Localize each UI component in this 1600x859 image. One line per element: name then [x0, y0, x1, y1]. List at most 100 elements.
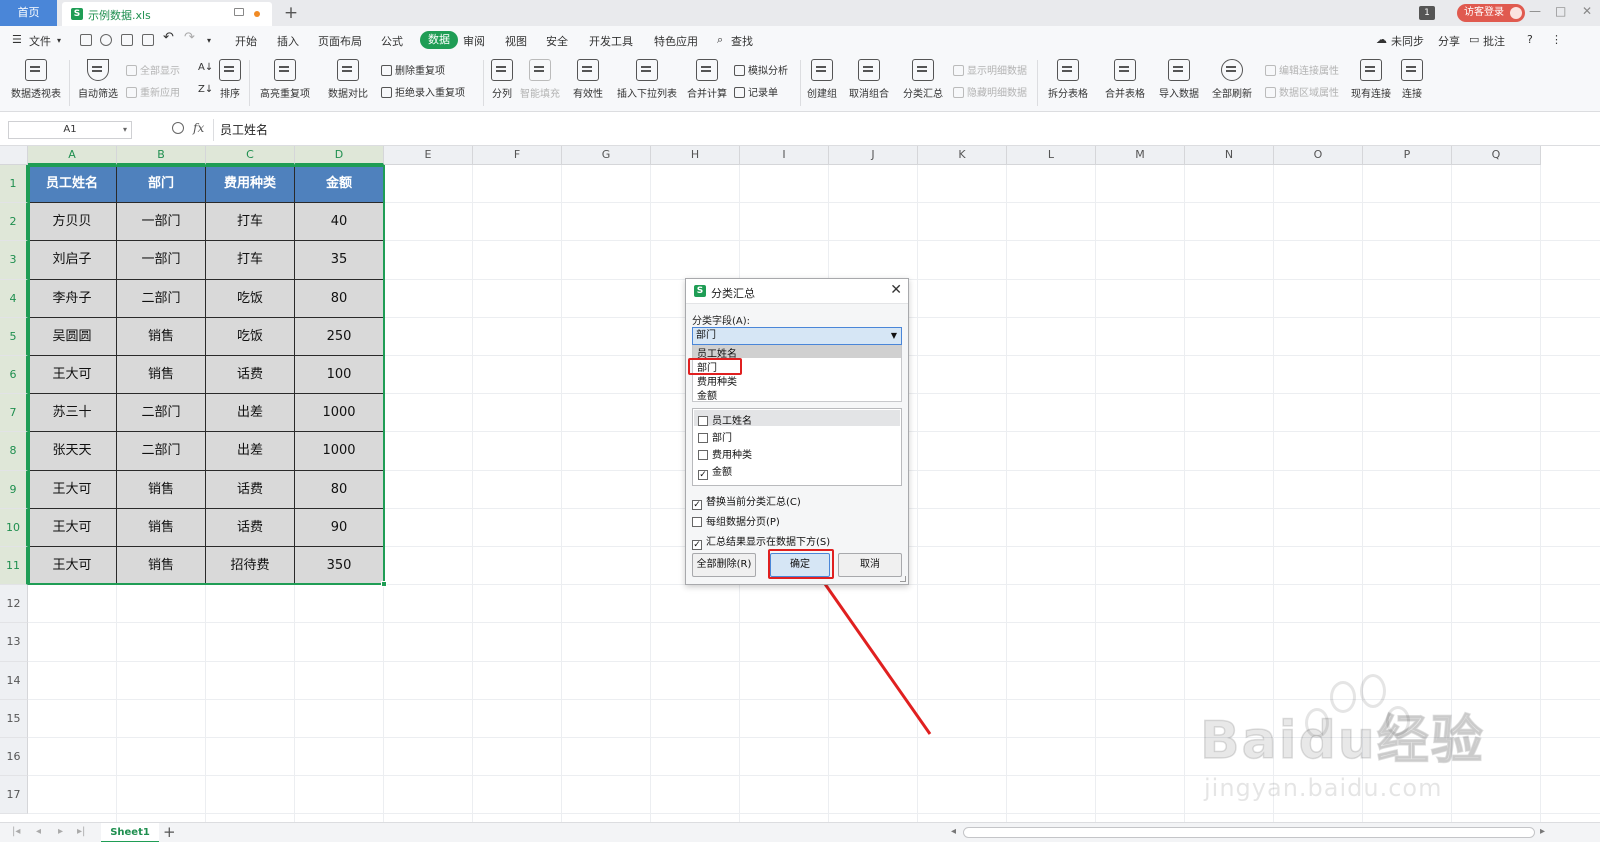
- row-header-16[interactable]: 16: [0, 738, 28, 777]
- table-cell[interactable]: 350: [295, 547, 384, 586]
- undo-icon[interactable]: ↶: [163, 30, 174, 45]
- select-all-corner[interactable]: [0, 146, 28, 165]
- group-field-select[interactable]: 部门 ▼: [692, 327, 902, 345]
- row-header-8[interactable]: 8: [0, 432, 28, 471]
- redo-icon[interactable]: ↷: [184, 30, 195, 45]
- checkbox-icon[interactable]: [698, 416, 708, 426]
- help-button[interactable]: ?: [1527, 33, 1533, 46]
- table-cell[interactable]: 张天天: [28, 432, 117, 471]
- menu-tab-home[interactable]: 开始: [235, 33, 257, 49]
- table-cell[interactable]: 苏三十: [28, 394, 117, 433]
- existing-connections-button[interactable]: 现有连接: [1349, 59, 1393, 100]
- dropdown-option[interactable]: 部门: [697, 359, 717, 374]
- file-tab[interactable]: S 示例数据.xls: [62, 2, 272, 26]
- table-cell[interactable]: 1000: [295, 432, 384, 471]
- scroll-right-icon[interactable]: ▸: [1540, 826, 1545, 837]
- window-pin-icon[interactable]: [234, 8, 244, 16]
- column-header-a[interactable]: A: [28, 146, 117, 165]
- refresh-all-button[interactable]: 全部刷新: [1207, 59, 1257, 100]
- table-header-cell[interactable]: 部门: [117, 165, 206, 204]
- summary-items-list[interactable]: 员工姓名 部门 费用种类 ✓ 金额: [692, 408, 902, 486]
- table-cell[interactable]: 1000: [295, 394, 384, 433]
- row-header-4[interactable]: 4: [0, 279, 28, 318]
- last-sheet-icon[interactable]: ▸|: [77, 826, 85, 837]
- data-compare-button[interactable]: 数据对比: [322, 59, 374, 100]
- table-cell[interactable]: 李舟子: [28, 279, 117, 318]
- column-header-d[interactable]: D: [295, 146, 384, 165]
- menu-search[interactable]: 查找: [731, 33, 753, 49]
- share-button[interactable]: 分享: [1438, 33, 1460, 49]
- column-header-m[interactable]: M: [1096, 146, 1185, 165]
- record-form-button[interactable]: 记录单: [734, 84, 778, 99]
- consolidate-button[interactable]: 合并计算: [686, 59, 728, 100]
- column-header-g[interactable]: G: [562, 146, 651, 165]
- close-icon[interactable]: ✕: [890, 282, 902, 298]
- row-header-12[interactable]: 12: [0, 585, 28, 624]
- table-cell[interactable]: 销售: [117, 547, 206, 586]
- sort-descending-icon[interactable]: Z↓: [198, 84, 213, 95]
- name-box[interactable]: A1 ▾: [8, 121, 132, 139]
- ungroup-button[interactable]: 取消组合: [845, 59, 893, 100]
- table-cell[interactable]: 吃饭: [206, 317, 295, 356]
- table-cell[interactable]: 话费: [206, 470, 295, 509]
- column-header-n[interactable]: N: [1185, 146, 1274, 165]
- table-cell[interactable]: 销售: [117, 508, 206, 547]
- table-cell[interactable]: 王大可: [28, 547, 117, 586]
- summary-item-row[interactable]: ✓ 金额: [698, 463, 732, 480]
- menu-tab-page-layout[interactable]: 页面布局: [318, 33, 362, 49]
- table-cell[interactable]: 销售: [117, 470, 206, 509]
- more-options-icon[interactable]: ⋮: [1551, 33, 1562, 46]
- table-cell[interactable]: 100: [295, 356, 384, 395]
- menu-tab-data[interactable]: 数据: [420, 31, 458, 49]
- row-header-9[interactable]: 9: [0, 470, 28, 509]
- column-header-l[interactable]: L: [1007, 146, 1096, 165]
- row-header-14[interactable]: 14: [0, 661, 28, 700]
- pivot-table-button[interactable]: 数据透视表: [8, 59, 64, 100]
- add-sheet-button[interactable]: +: [163, 823, 176, 842]
- zoom-formula-icon[interactable]: [172, 122, 184, 134]
- menu-tab-view[interactable]: 视图: [505, 33, 527, 49]
- checkbox-icon[interactable]: [698, 450, 708, 460]
- home-tab[interactable]: 首页: [0, 0, 57, 26]
- checkbox-icon[interactable]: [698, 433, 708, 443]
- row-header-1[interactable]: 1: [0, 165, 28, 204]
- fill-handle[interactable]: [381, 581, 387, 587]
- row-header-13[interactable]: 13: [0, 623, 28, 662]
- table-header-cell[interactable]: 员工姓名: [28, 165, 117, 204]
- remove-all-button[interactable]: 全部删除(R): [692, 553, 756, 577]
- checkbox-checked-icon[interactable]: ✓: [692, 500, 702, 510]
- guest-login-button[interactable]: 访客登录: [1457, 4, 1525, 22]
- hamburger-icon[interactable]: ☰: [12, 33, 22, 46]
- column-header-b[interactable]: B: [117, 146, 206, 165]
- cancel-button[interactable]: 取消: [838, 553, 902, 577]
- row-header-2[interactable]: 2: [0, 203, 28, 242]
- remove-duplicates-button[interactable]: 删除重复项: [381, 62, 445, 77]
- column-header-c[interactable]: C: [206, 146, 295, 165]
- table-cell[interactable]: 打车: [206, 241, 295, 280]
- table-cell[interactable]: 话费: [206, 356, 295, 395]
- autofilter-button[interactable]: 自动筛选: [75, 59, 121, 100]
- subtotal-button[interactable]: 分类汇总: [902, 59, 944, 100]
- merge-table-button[interactable]: 合并表格: [1100, 59, 1150, 100]
- table-cell[interactable]: 出差: [206, 394, 295, 433]
- split-table-button[interactable]: 拆分表格: [1043, 59, 1093, 100]
- row-header-5[interactable]: 5: [0, 317, 28, 356]
- dialog-option-row[interactable]: 每组数据分页(P): [692, 513, 780, 528]
- menu-tab-security[interactable]: 安全: [546, 33, 568, 49]
- table-cell[interactable]: 销售: [117, 356, 206, 395]
- chevron-down-icon[interactable]: ▾: [123, 122, 127, 138]
- next-sheet-icon[interactable]: ▸: [58, 826, 63, 837]
- show-detail-button[interactable]: 显示明细数据: [953, 62, 1027, 77]
- column-header-p[interactable]: P: [1363, 146, 1452, 165]
- table-cell[interactable]: 80: [295, 470, 384, 509]
- column-header-k[interactable]: K: [918, 146, 1007, 165]
- horizontal-scrollbar[interactable]: [963, 827, 1535, 838]
- row-header-10[interactable]: 10: [0, 508, 28, 547]
- summary-item-row[interactable]: 费用种类: [698, 446, 752, 461]
- sort-ascending-icon[interactable]: A↓: [198, 62, 213, 73]
- checkbox-checked-icon[interactable]: ✓: [692, 540, 702, 550]
- table-cell[interactable]: 刘启子: [28, 241, 117, 280]
- table-cell[interactable]: 二部门: [117, 394, 206, 433]
- hide-detail-button[interactable]: 隐藏明细数据: [953, 84, 1027, 99]
- table-cell[interactable]: 王大可: [28, 356, 117, 395]
